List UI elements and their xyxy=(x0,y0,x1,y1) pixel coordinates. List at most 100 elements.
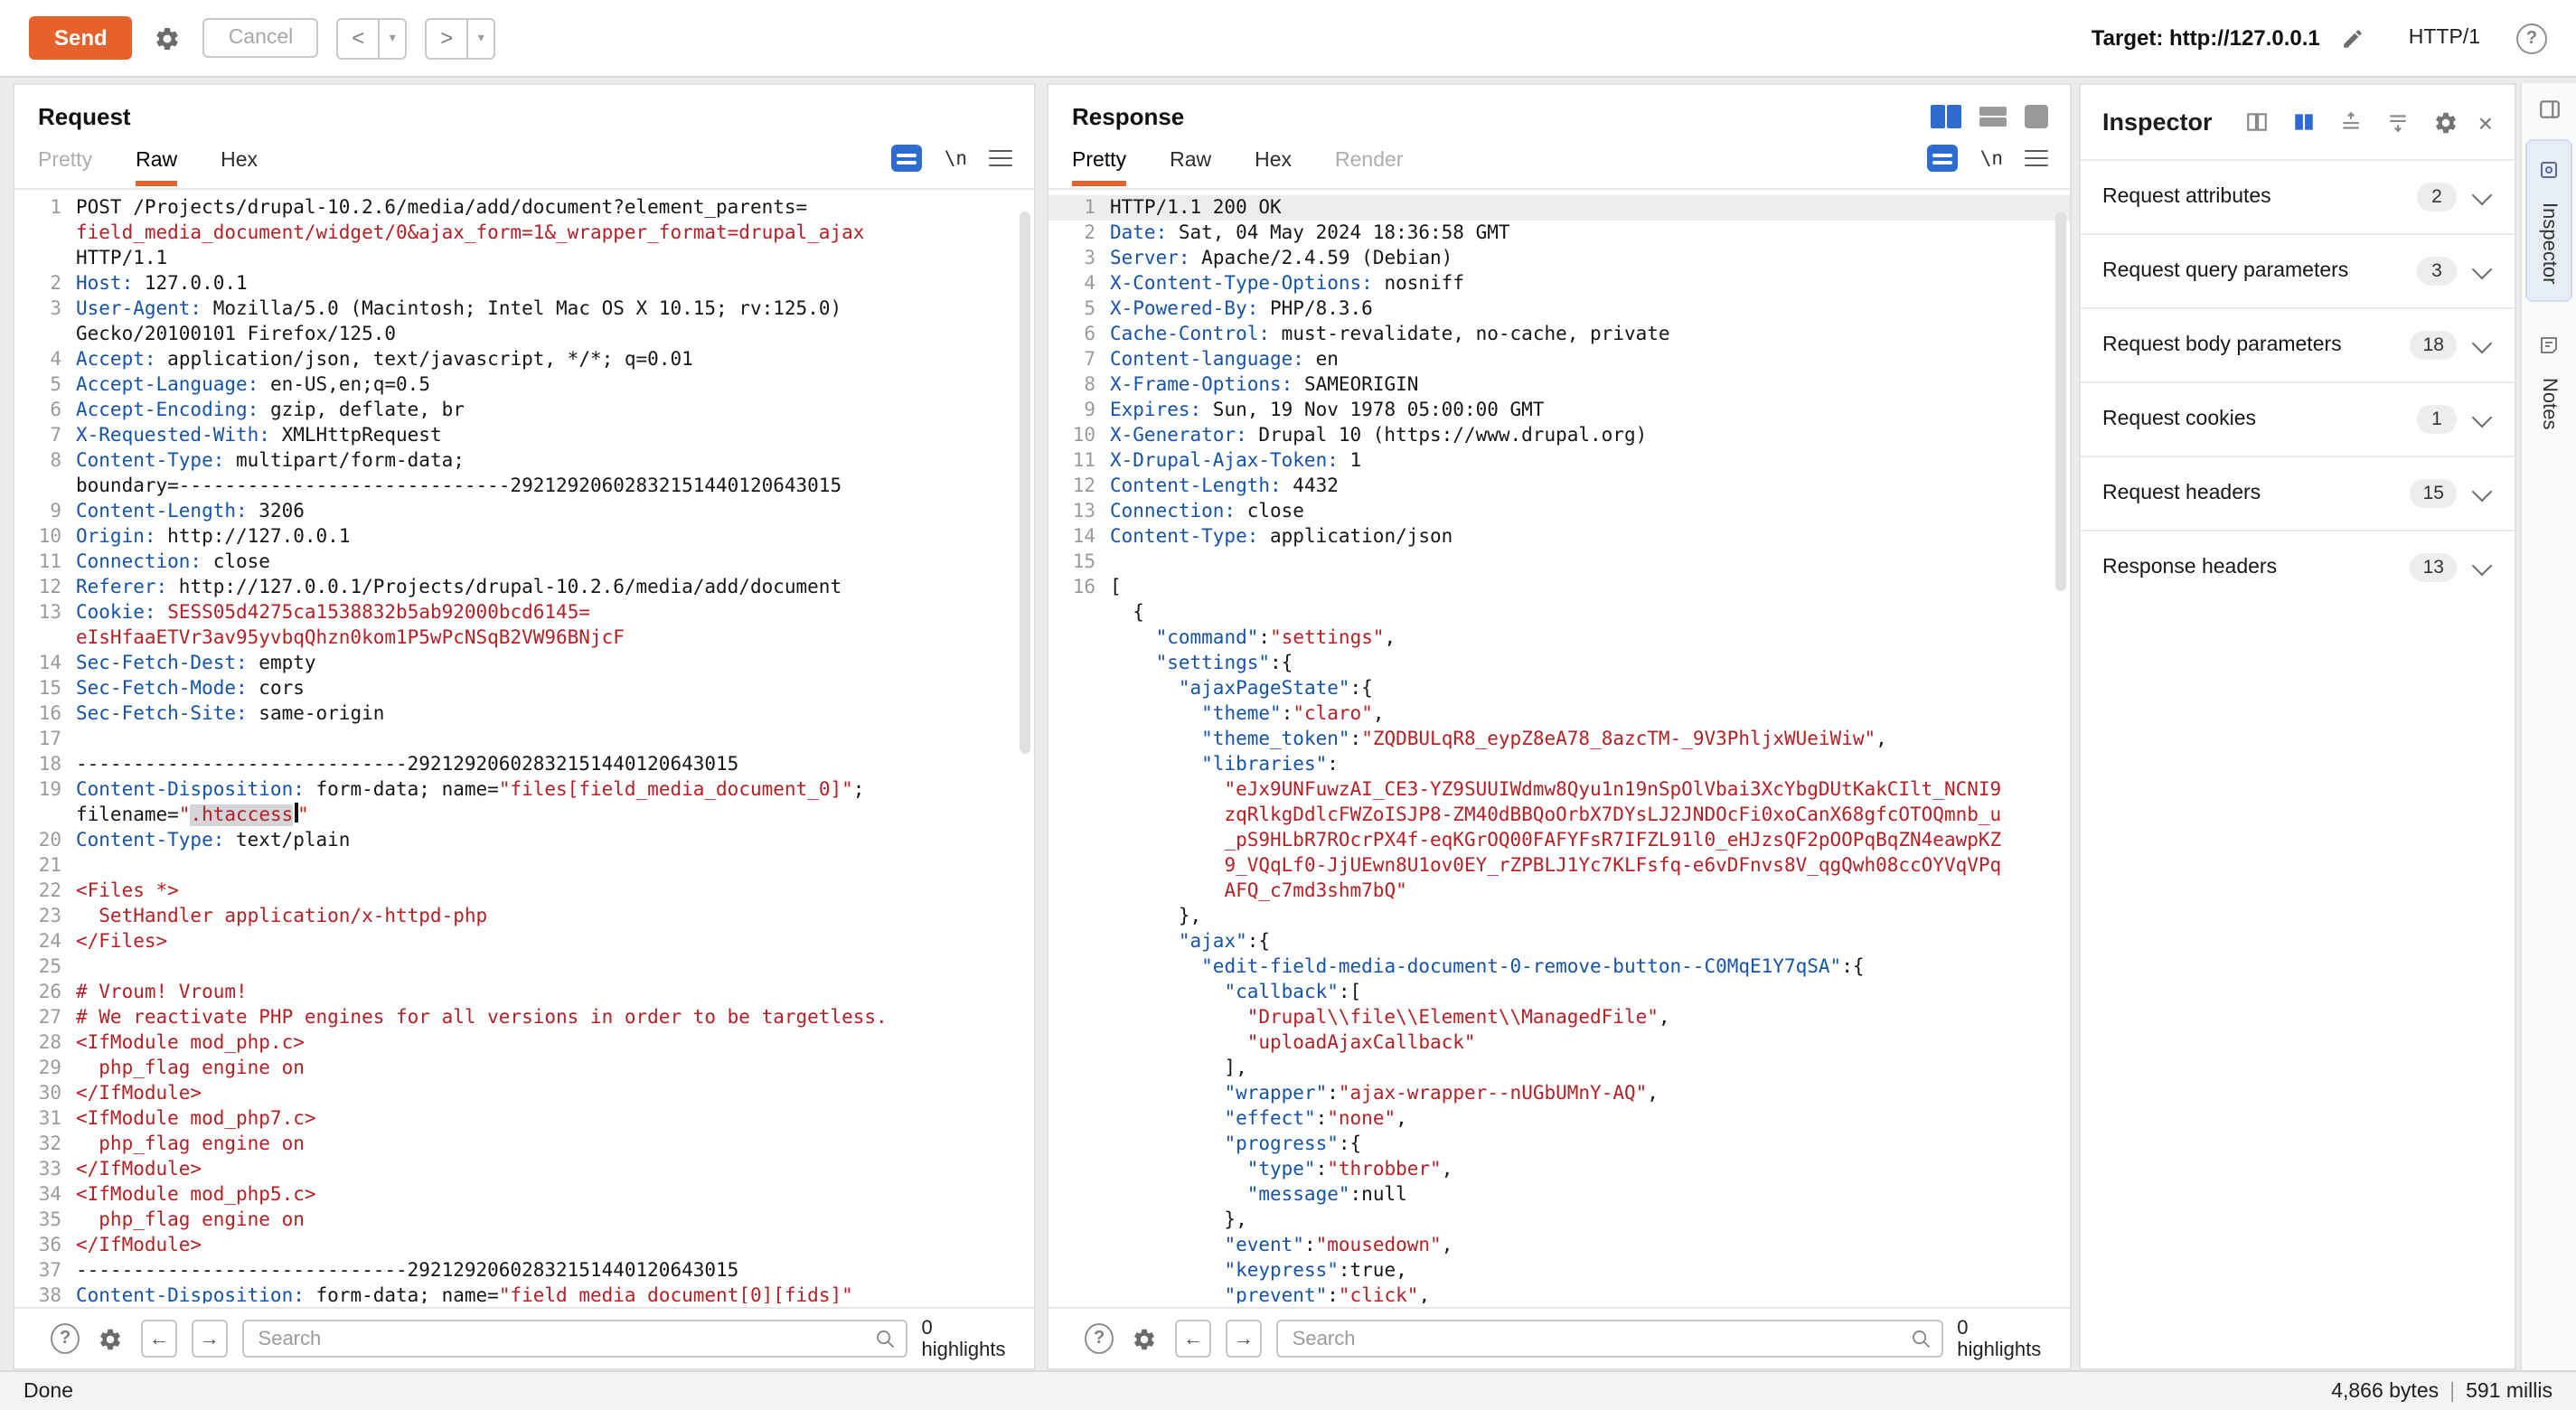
chevron-down-icon[interactable] xyxy=(2472,184,2493,205)
code-line[interactable]: AFQ_c7md3shm7bQ" xyxy=(1048,879,2070,904)
code-line[interactable]: "command":"settings", xyxy=(1048,625,2070,651)
cancel-button[interactable]: Cancel xyxy=(203,18,319,58)
code-line[interactable]: 33</IfModule> xyxy=(14,1157,1034,1182)
code-line[interactable]: 4Accept: application/json, text/javascri… xyxy=(14,347,1034,372)
code-line[interactable]: "uploadAjaxCallback" xyxy=(1048,1030,2070,1056)
code-line[interactable]: 12Content-Length: 4432 xyxy=(1048,474,2070,499)
code-line[interactable]: 5X-Powered-By: PHP/8.3.6 xyxy=(1048,296,2070,322)
editor-menu-icon[interactable] xyxy=(989,149,1012,167)
editor-menu-icon[interactable] xyxy=(2025,149,2048,167)
inspector-layout-columns-active-icon[interactable] xyxy=(2289,107,2319,137)
inspector-row[interactable]: Request headers15 xyxy=(2081,456,2515,530)
inspector-row[interactable]: Request query parameters3 xyxy=(2081,233,2515,307)
inspector-row[interactable]: Request body parameters18 xyxy=(2081,307,2515,381)
code-line[interactable]: 25 xyxy=(14,954,1034,980)
tab-hex[interactable]: Hex xyxy=(221,150,258,186)
show-newlines-button[interactable]: \n xyxy=(1980,147,2003,169)
code-line[interactable]: 15Sec-Fetch-Mode: cors xyxy=(14,676,1034,701)
code-line[interactable]: boundary=-----------------------------29… xyxy=(14,474,1034,499)
tab-raw[interactable]: Raw xyxy=(1170,150,1211,186)
request-editor[interactable]: 1POST /Projects/drupal-10.2.6/media/add/… xyxy=(14,188,1034,1303)
code-line[interactable]: "eJx9UNFuwzAI_CE3-YZ9SUUIWdmw8Qyu1n19nSp… xyxy=(1048,777,2070,803)
code-line[interactable]: 13Connection: close xyxy=(1048,499,2070,524)
side-tab-notes[interactable]: Notes xyxy=(2527,317,2571,447)
code-line[interactable]: { xyxy=(1048,600,2070,625)
code-line[interactable]: "wrapper":"ajax-wrapper--nUGbUMnY-AQ", xyxy=(1048,1081,2070,1106)
response-search-input[interactable] xyxy=(1276,1320,1943,1358)
inspector-row[interactable]: Request cookies1 xyxy=(2081,381,2515,456)
code-line[interactable]: "type":"throbber", xyxy=(1048,1157,2070,1182)
code-line[interactable]: 14Content-Type: application/json xyxy=(1048,524,2070,550)
code-line[interactable]: 8Content-Type: multipart/form-data; xyxy=(14,448,1034,474)
code-line[interactable]: "settings":{ xyxy=(1048,651,2070,676)
tab-pretty[interactable]: Pretty xyxy=(1072,150,1126,186)
code-line[interactable]: "prevent":"click", xyxy=(1048,1283,2070,1303)
code-line[interactable]: 11X-Drupal-Ajax-Token: 1 xyxy=(1048,448,2070,474)
code-line[interactable]: 21 xyxy=(14,853,1034,879)
history-back-dropdown[interactable]: ▾ xyxy=(380,17,407,59)
code-line[interactable]: 24</Files> xyxy=(14,929,1034,954)
response-viewer[interactable]: 1HTTP/1.1 200 OK2Date: Sat, 04 May 2024 … xyxy=(1048,188,2070,1303)
inspector-layout-columns-icon[interactable] xyxy=(2242,107,2272,137)
search-prev-button[interactable]: ← xyxy=(1175,1320,1211,1358)
code-line[interactable]: ], xyxy=(1048,1056,2070,1081)
help-icon[interactable]: ? xyxy=(2516,23,2547,53)
code-line[interactable]: "theme":"claro", xyxy=(1048,701,2070,727)
send-button[interactable]: Send xyxy=(29,16,133,60)
code-line[interactable]: 18-----------------------------292129206… xyxy=(14,752,1034,777)
code-line[interactable]: 22<Files *> xyxy=(14,879,1034,904)
code-line[interactable]: 7X-Requested-With: XMLHttpRequest xyxy=(14,423,1034,448)
code-line[interactable]: 35 php_flag engine on xyxy=(14,1208,1034,1233)
layout-columns-button[interactable] xyxy=(1930,105,1961,128)
code-line[interactable]: 23 SetHandler application/x-httpd-php xyxy=(14,904,1034,929)
tab-hex[interactable]: Hex xyxy=(1255,150,1292,186)
inspector-row[interactable]: Response headers13 xyxy=(2081,530,2515,604)
code-line[interactable]: 1POST /Projects/drupal-10.2.6/media/add/… xyxy=(14,195,1034,221)
code-line[interactable]: 20Content-Type: text/plain xyxy=(14,828,1034,853)
code-line[interactable]: 15 xyxy=(1048,550,2070,575)
code-line[interactable]: "libraries": xyxy=(1048,752,2070,777)
request-scrollbar[interactable] xyxy=(1020,212,1030,754)
code-line[interactable]: 9Expires: Sun, 19 Nov 1978 05:00:00 GMT xyxy=(1048,398,2070,423)
layout-single-button[interactable] xyxy=(2025,105,2048,128)
history-forward-dropdown[interactable]: ▾ xyxy=(468,17,495,59)
code-line[interactable]: "theme_token":"ZQDBULqR8_eypZ8eA78_8azcT… xyxy=(1048,727,2070,752)
chevron-down-icon[interactable] xyxy=(2472,555,2493,576)
code-line[interactable]: 27# We reactivate PHP engines for all ve… xyxy=(14,1005,1034,1030)
search-settings-gear-icon[interactable] xyxy=(94,1322,127,1355)
code-line[interactable]: "ajax":{ xyxy=(1048,929,2070,954)
expand-all-icon[interactable] xyxy=(2383,107,2413,137)
inspector-row[interactable]: Request attributes2 xyxy=(2081,159,2515,233)
code-line[interactable]: 3Server: Apache/2.4.59 (Debian) xyxy=(1048,246,2070,271)
tab-render[interactable]: Render xyxy=(1335,150,1403,186)
send-settings-gear-icon[interactable] xyxy=(151,21,185,55)
search-next-button[interactable]: → xyxy=(192,1320,228,1358)
code-line[interactable]: 1HTTP/1.1 200 OK xyxy=(1048,195,2070,221)
tab-pretty[interactable]: Pretty xyxy=(38,150,92,186)
code-line[interactable]: "ajaxPageState":{ xyxy=(1048,676,2070,701)
http-version-label[interactable]: HTTP/1 xyxy=(2409,27,2480,49)
code-line[interactable]: _pS9HLbR7ROcrPX4f-eqKGrOQ00FAFYFsR7IFZL9… xyxy=(1048,828,2070,853)
response-scrollbar[interactable] xyxy=(2055,212,2066,591)
wrap-toggle-icon[interactable] xyxy=(1928,145,1959,172)
code-line[interactable]: "Drupal\\file\\Element\\ManagedFile", xyxy=(1048,1005,2070,1030)
layout-rows-button[interactable] xyxy=(1979,107,2007,127)
history-back-button[interactable]: < xyxy=(336,17,380,59)
code-line[interactable]: zqRlkgDdlcFWZoISJP8-ZM40dBBQoOrbX7DYsLJ2… xyxy=(1048,803,2070,828)
chevron-down-icon[interactable] xyxy=(2472,333,2493,353)
search-help-icon[interactable]: ? xyxy=(51,1323,80,1354)
code-line[interactable]: 12Referer: http://127.0.0.1/Projects/dru… xyxy=(14,575,1034,600)
code-line[interactable]: 2Date: Sat, 04 May 2024 18:36:58 GMT xyxy=(1048,221,2070,246)
request-search-input[interactable] xyxy=(242,1320,907,1358)
code-line[interactable]: 34<IfModule mod_php5.c> xyxy=(14,1182,1034,1208)
code-line[interactable]: "edit-field-media-document-0-remove-butt… xyxy=(1048,954,2070,980)
code-line[interactable]: 38Content-Disposition: form-data; name="… xyxy=(14,1283,1034,1303)
search-settings-gear-icon[interactable] xyxy=(1128,1322,1161,1355)
code-line[interactable]: "callback":[ xyxy=(1048,980,2070,1005)
code-line[interactable]: 6Accept-Encoding: gzip, deflate, br xyxy=(14,398,1034,423)
code-line[interactable]: "keypress":true, xyxy=(1048,1258,2070,1283)
code-line[interactable]: 31<IfModule mod_php7.c> xyxy=(14,1106,1034,1132)
code-line[interactable]: "progress":{ xyxy=(1048,1132,2070,1157)
code-line[interactable]: 10Origin: http://127.0.0.1 xyxy=(14,524,1034,550)
code-line[interactable]: 10X-Generator: Drupal 10 (https://www.dr… xyxy=(1048,423,2070,448)
